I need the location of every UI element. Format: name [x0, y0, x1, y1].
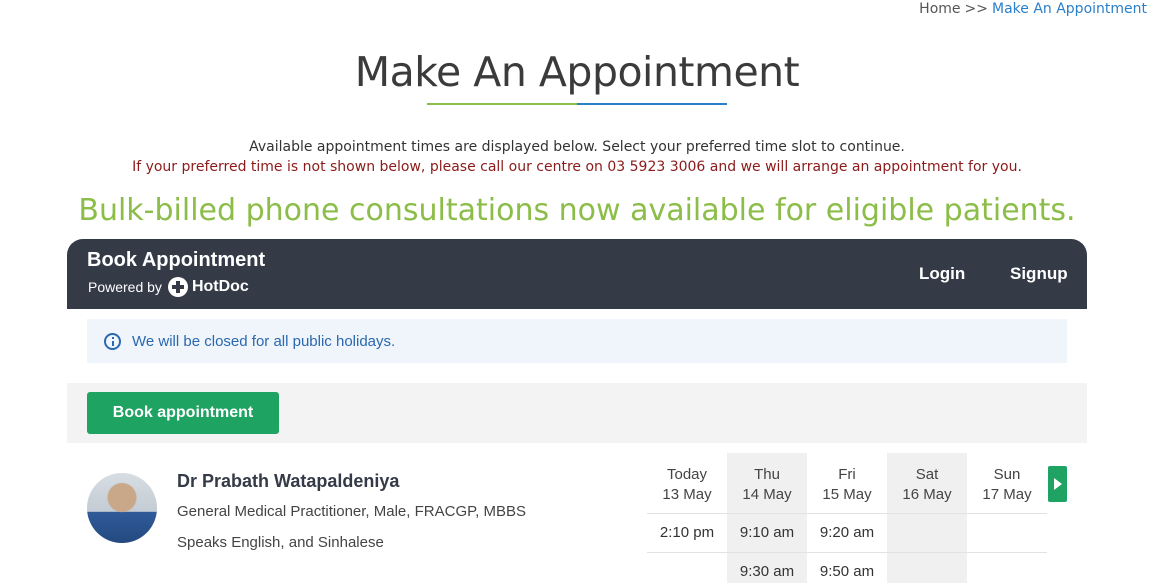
powered-by-label: Powered by [88, 279, 162, 295]
next-week-arrow-icon[interactable] [1048, 466, 1067, 502]
doctor-avatar [87, 473, 157, 543]
doctor-description: General Medical Practitioner, Male, FRAC… [177, 503, 527, 520]
widget-title: Book Appointment [87, 249, 266, 271]
intro-text: Available appointment times are displaye… [0, 137, 1154, 177]
notice-text: We will be closed for all public holiday… [132, 332, 396, 350]
page-title: Make An Appointment [354, 48, 800, 96]
day-date: 13 May [662, 486, 712, 503]
doctor-languages: Speaks English, and Sinhalese [177, 534, 384, 551]
promo-banner: Bulk-billed phone consultations now avai… [78, 193, 1076, 228]
time-slot[interactable]: 9:10 am [727, 524, 807, 541]
schedule-divider [647, 513, 1047, 514]
warning-line: If your preferred time is not shown belo… [132, 159, 1022, 175]
day-header: Today 13 May [647, 465, 727, 505]
day-column-sun: Sun 17 May [967, 453, 1047, 583]
hotdoc-cross-icon [167, 277, 188, 297]
book-appointment-button[interactable]: Book appointment [87, 392, 279, 434]
day-name: Sat [915, 466, 939, 483]
breadcrumb-current-link[interactable]: Make An Appointment [992, 1, 1147, 17]
day-date: 15 May [822, 486, 872, 503]
breadcrumb-separator: >> [964, 1, 988, 17]
title-underline [427, 103, 727, 105]
schedule-divider [647, 552, 1047, 553]
powered-by: Powered by HotDoc [88, 277, 249, 297]
book-bar: Book appointment [67, 383, 1087, 443]
underline-blue [577, 103, 727, 105]
day-column-fri: Fri 15 May 9:20 am 9:50 am [807, 453, 887, 583]
intro-line: Available appointment times are displaye… [249, 139, 905, 155]
time-slot[interactable]: 9:20 am [807, 524, 887, 541]
time-slot[interactable]: 2:10 pm [647, 524, 727, 541]
day-header: Sun 17 May [967, 465, 1047, 505]
day-column-sat: Sat 16 May [887, 453, 967, 583]
day-column-today: Today 13 May 2:10 pm [647, 453, 727, 583]
underline-green [427, 103, 577, 105]
day-column-thu: Thu 14 May 9:10 am 9:30 am [727, 453, 807, 583]
day-header: Thu 14 May [727, 465, 807, 505]
doctor-name[interactable]: Dr Prabath Watapaldeniya [177, 471, 399, 492]
day-name: Today [666, 466, 708, 483]
holiday-notice: We will be closed for all public holiday… [87, 319, 1067, 363]
day-name: Thu [754, 466, 780, 483]
signup-link[interactable]: Signup [1010, 264, 1068, 284]
day-name: Fri [838, 466, 856, 483]
login-link[interactable]: Login [919, 264, 965, 284]
breadcrumb: Home >> Make An Appointment [919, 1, 1147, 17]
day-name: Sun [993, 466, 1021, 483]
day-date: 17 May [982, 486, 1032, 503]
hotdoc-brand: HotDoc [191, 278, 249, 295]
day-header: Fri 15 May [807, 465, 887, 505]
widget-header: Book Appointment Powered by HotDoc Login… [67, 239, 1087, 309]
breadcrumb-home-link[interactable]: Home [919, 1, 960, 17]
time-slot[interactable]: 9:30 am [727, 563, 807, 580]
hotdoc-logo: HotDoc [167, 277, 249, 297]
time-slot[interactable]: 9:50 am [807, 563, 887, 580]
day-date: 14 May [742, 486, 792, 503]
day-date: 16 May [902, 486, 952, 503]
day-header: Sat 16 May [887, 465, 967, 505]
info-icon [104, 332, 121, 350]
